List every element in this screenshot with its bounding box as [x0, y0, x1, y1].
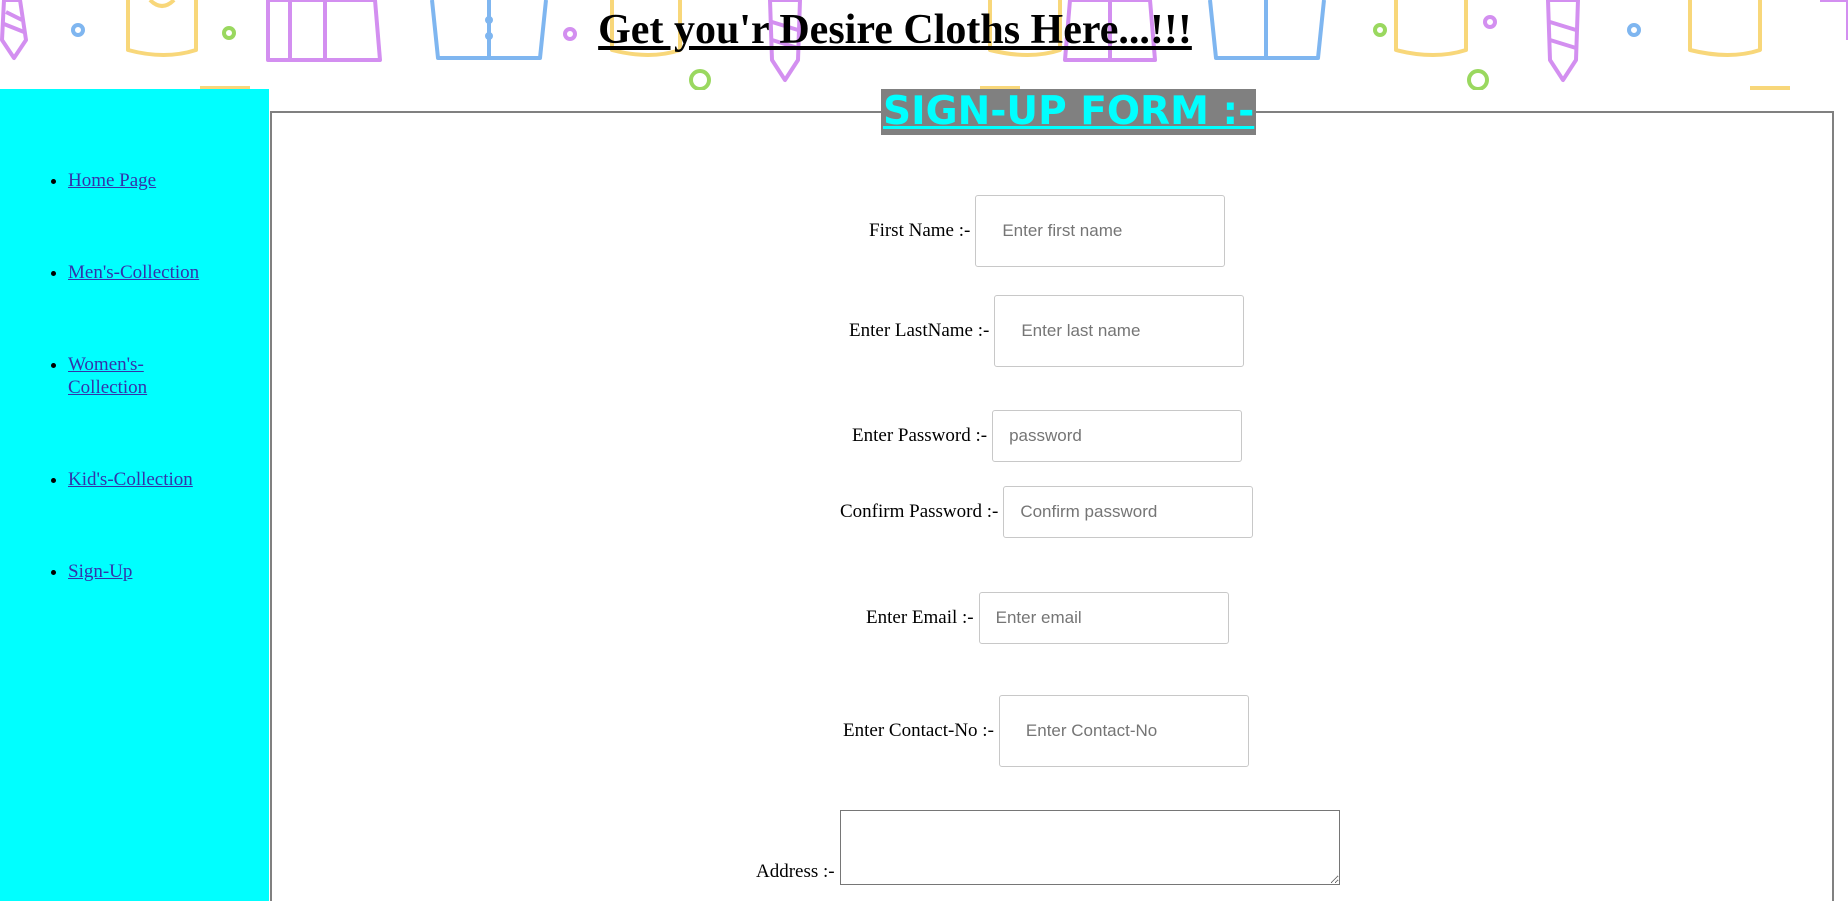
confirm-password-row: Confirm Password :-	[840, 486, 1254, 538]
sidebar-item-mens: Men's-Collection	[68, 261, 269, 284]
password-label: Enter Password :-	[852, 425, 988, 446]
contact-label: Enter Contact-No :-	[843, 720, 994, 741]
first-name-input[interactable]	[975, 195, 1226, 267]
page: Get you'r Desire Cloths Here...!!! Home …	[0, 0, 1848, 901]
sidebar-item-signup: Sign-Up	[68, 560, 269, 583]
email-input[interactable]	[978, 592, 1229, 644]
contact-input[interactable]	[998, 695, 1249, 767]
last-name-row: Enter LastName :-	[849, 295, 1245, 367]
address-label: Address :-	[756, 861, 835, 882]
confirm-password-input[interactable]	[1003, 486, 1254, 538]
mens-collection-link[interactable]: Men's-Collection	[68, 262, 199, 283]
email-row: Enter Email :-	[866, 592, 1229, 644]
address-row: Address :-	[756, 810, 1340, 885]
home-page-link[interactable]: Home Page	[68, 170, 156, 191]
sidebar-item-kids: Kid's-Collection	[68, 468, 269, 491]
password-input[interactable]	[992, 410, 1243, 462]
sidebar-item-womens: Women's-Collection	[68, 353, 269, 399]
sidebar-nav: Home Page Men's-Collection Women's-Colle…	[0, 89, 269, 901]
sidebar-item-home: Home Page	[68, 169, 269, 192]
confirm-password-label: Confirm Password :-	[840, 501, 999, 522]
header-banner: Get you'r Desire Cloths Here...!!!	[0, 0, 1848, 90]
kids-collection-link[interactable]: Kid's-Collection	[68, 469, 193, 490]
contact-row: Enter Contact-No :-	[843, 695, 1249, 767]
email-label: Enter Email :-	[866, 607, 974, 628]
password-row: Enter Password :-	[852, 410, 1243, 462]
first-name-row: First Name :-	[869, 195, 1226, 267]
last-name-label: Enter LastName :-	[849, 320, 990, 341]
womens-collection-link[interactable]: Women's-Collection	[68, 354, 147, 398]
tie-icon	[1820, 0, 1848, 40]
nav-list: Home Page Men's-Collection Women's-Colle…	[0, 169, 269, 583]
first-name-label: First Name :-	[869, 220, 971, 241]
address-textarea[interactable]	[839, 810, 1340, 885]
site-title: Get you'r Desire Cloths Here...!!!	[598, 7, 1192, 53]
form-title: SIGN-UP FORM :-	[881, 89, 1257, 135]
sign-up-link[interactable]: Sign-Up	[68, 561, 132, 582]
last-name-input[interactable]	[994, 295, 1245, 367]
